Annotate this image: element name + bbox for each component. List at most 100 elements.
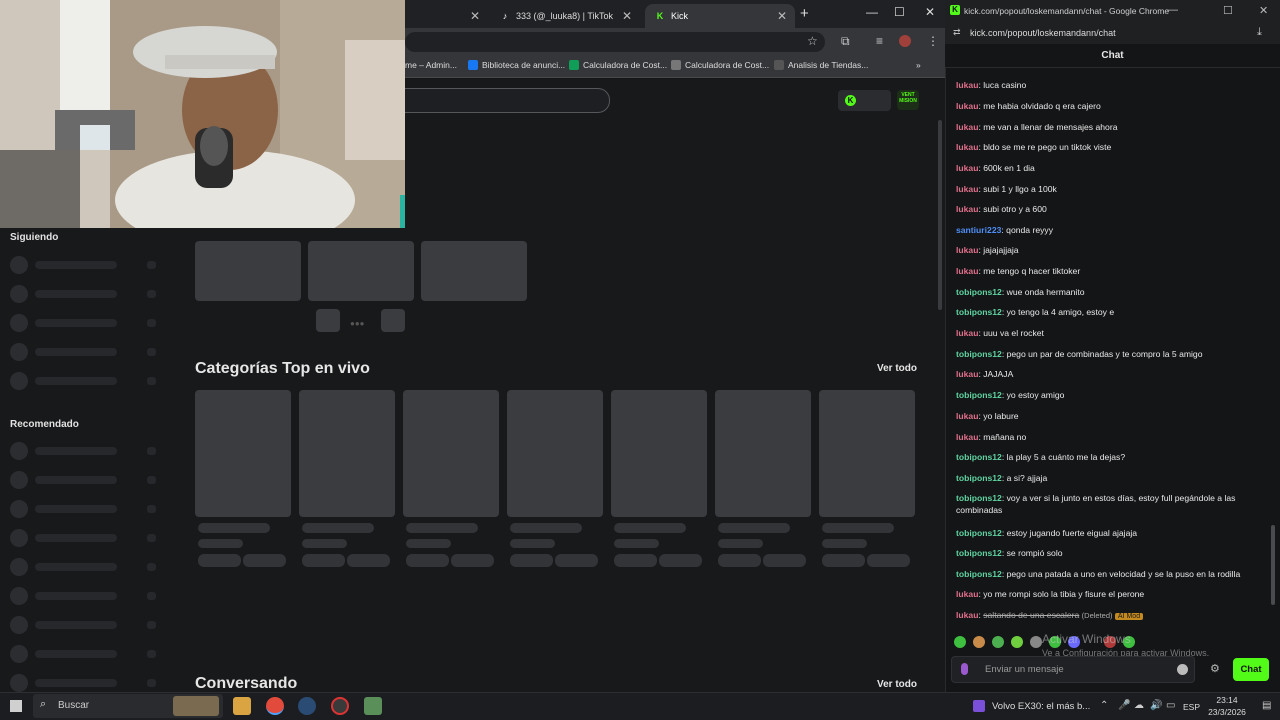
- chat-username[interactable]: tobipons12: [956, 548, 1002, 558]
- category-card-skeleton[interactable]: [715, 390, 811, 517]
- category-card-skeleton[interactable]: [299, 390, 395, 517]
- vent-badge[interactable]: VENT MISION: [897, 90, 919, 110]
- maximize-icon[interactable]: ☐: [1223, 4, 1233, 17]
- steam-icon[interactable]: [298, 697, 316, 715]
- chat-username[interactable]: lukau: [956, 204, 978, 214]
- network-icon[interactable]: ☁: [1134, 700, 1144, 711]
- minimize-icon[interactable]: —: [1167, 4, 1178, 16]
- display-icon[interactable]: ▭: [1166, 700, 1175, 711]
- bookmark-item[interactable]: Biblioteca de anunci...: [468, 60, 565, 70]
- close-tab-icon[interactable]: ✕: [470, 9, 480, 23]
- emote-icon[interactable]: [1011, 636, 1023, 648]
- menu-icon[interactable]: ⋮: [927, 34, 939, 48]
- chat-username[interactable]: lukau: [956, 328, 978, 338]
- bookmark-item[interactable]: me – Admin...: [405, 60, 457, 70]
- category-card-skeleton[interactable]: [403, 390, 499, 517]
- tray-overflow-icon[interactable]: ⌃: [1100, 700, 1108, 711]
- chat-username[interactable]: tobipons12: [956, 307, 1002, 317]
- more-bookmarks-icon[interactable]: »: [916, 60, 921, 70]
- carousel-card-skeleton[interactable]: [195, 241, 301, 301]
- chat-username[interactable]: lukau: [956, 369, 978, 379]
- chat-username[interactable]: tobipons12: [956, 493, 1002, 503]
- emote-icon[interactable]: [992, 636, 1004, 648]
- taskbar-search-box[interactable]: ⌕ Buscar: [33, 694, 223, 718]
- windows-start-icon[interactable]: [10, 700, 22, 712]
- notifications-icon[interactable]: ▤: [1262, 700, 1271, 711]
- close-window-icon[interactable]: ✕: [925, 5, 935, 19]
- close-tab-icon[interactable]: ✕: [777, 9, 787, 23]
- chat-username[interactable]: tobipons12: [956, 569, 1002, 579]
- chat-header: Chat: [945, 44, 1280, 68]
- site-info-icon[interactable]: ⇄: [953, 27, 961, 38]
- bookmark-item[interactable]: Calculadora de Cost...: [671, 60, 769, 70]
- chat-username[interactable]: lukau: [956, 80, 978, 90]
- chat-username[interactable]: tobipons12: [956, 287, 1002, 297]
- tab-tiktok[interactable]: ♪ 333 (@_luuka8) | TikTok ✕: [490, 4, 640, 28]
- media-player-icon[interactable]: [973, 700, 985, 712]
- settings-gear-icon[interactable]: ⚙: [1210, 662, 1220, 675]
- category-card-skeleton[interactable]: [819, 390, 915, 517]
- media-title[interactable]: Volvo EX30: el más b...: [992, 701, 1090, 712]
- chat-username[interactable]: lukau: [956, 610, 978, 620]
- emoji-picker-icon[interactable]: [1177, 664, 1188, 675]
- chat-username[interactable]: lukau: [956, 411, 978, 421]
- input-language[interactable]: ESP: [1183, 702, 1200, 712]
- bookmark-star-icon[interactable]: ☆: [807, 34, 818, 48]
- see-all-conversando-link[interactable]: Ver todo: [877, 679, 917, 690]
- carousel-card-skeleton[interactable]: [308, 241, 414, 301]
- clock-date[interactable]: 23/3/2026: [1201, 707, 1253, 717]
- chat-username[interactable]: tobipons12: [956, 452, 1002, 462]
- chat-username[interactable]: lukau: [956, 266, 978, 276]
- obs-icon[interactable]: [331, 697, 349, 715]
- file-explorer-icon[interactable]: [233, 697, 251, 715]
- chat-username[interactable]: lukau: [956, 142, 978, 152]
- profile-avatar[interactable]: [899, 35, 911, 47]
- media-control-icon[interactable]: ≡: [876, 34, 883, 48]
- maximize-icon[interactable]: ☐: [894, 5, 905, 19]
- emote-icon[interactable]: [954, 636, 966, 648]
- minimize-icon[interactable]: —: [866, 5, 878, 19]
- chat-username[interactable]: lukau: [956, 432, 978, 442]
- close-tab-icon[interactable]: ✕: [622, 9, 632, 23]
- chat-username[interactable]: tobipons12: [956, 528, 1002, 538]
- bookmark-item[interactable]: Analisis de Tiendas...: [774, 60, 868, 70]
- category-card-skeleton[interactable]: [611, 390, 707, 517]
- download-icon[interactable]: ⤓: [1257, 26, 1262, 39]
- chat-username[interactable]: lukau: [956, 101, 978, 111]
- chat-scrollbar[interactable]: [1271, 525, 1275, 605]
- chat-username[interactable]: tobipons12: [956, 390, 1002, 400]
- category-card-skeleton[interactable]: [507, 390, 603, 517]
- chrome-icon[interactable]: [266, 697, 284, 715]
- new-tab-icon[interactable]: +: [800, 5, 809, 22]
- send-chat-button[interactable]: Chat: [1233, 658, 1269, 681]
- carousel-card-skeleton[interactable]: [421, 241, 527, 301]
- chat-username[interactable]: lukau: [956, 184, 978, 194]
- category-card-skeleton[interactable]: [195, 390, 291, 517]
- microphone-icon[interactable]: [961, 663, 968, 675]
- sidebar-skeleton-row: [10, 254, 160, 274]
- see-all-categories-link[interactable]: Ver todo: [877, 363, 917, 374]
- chat-username[interactable]: lukau: [956, 122, 978, 132]
- chat-username[interactable]: tobipons12: [956, 473, 1002, 483]
- chat-username[interactable]: santiuri223: [956, 225, 1001, 235]
- chat-message-input[interactable]: Enviar un mensaje: [951, 656, 1195, 683]
- chat-username[interactable]: lukau: [956, 245, 978, 255]
- extensions-icon[interactable]: ⧉: [841, 34, 850, 49]
- tab-kick[interactable]: K Kick ✕: [645, 4, 795, 28]
- carousel-next-button[interactable]: [381, 309, 405, 332]
- page-scrollbar[interactable]: [938, 120, 942, 310]
- chat-username[interactable]: lukau: [956, 163, 978, 173]
- volume-icon[interactable]: 🔊: [1150, 700, 1162, 711]
- emote-icon[interactable]: [973, 636, 985, 648]
- address-bar[interactable]: [405, 32, 825, 52]
- clock-time[interactable]: 23:14: [1205, 695, 1249, 705]
- chat-username[interactable]: tobipons12: [956, 349, 1002, 359]
- notes-app-icon[interactable]: [364, 697, 382, 715]
- chat-username[interactable]: lukau: [956, 589, 978, 599]
- close-window-icon[interactable]: ✕: [1259, 4, 1268, 17]
- bookmark-item[interactable]: Calculadora de Cost...: [569, 60, 667, 70]
- microphone-tray-icon[interactable]: 🎤: [1118, 700, 1130, 711]
- chat-url-bar[interactable]: ⇄ kick.com/popout/loskemandann/chat ⤓: [945, 22, 1280, 44]
- emote-icon[interactable]: [1030, 636, 1042, 648]
- carousel-prev-button[interactable]: [316, 309, 340, 332]
